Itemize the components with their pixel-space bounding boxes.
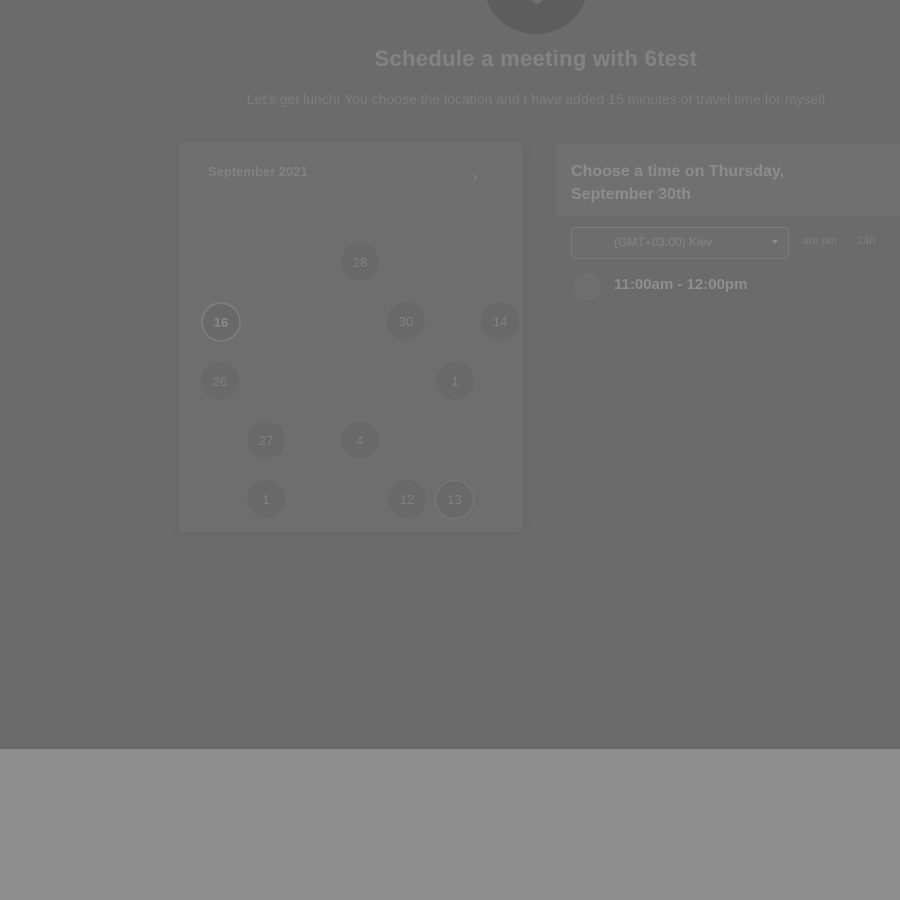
calendar-day[interactable]: 26	[201, 362, 239, 400]
time-slot-label[interactable]: 11:00am - 12:00pm	[614, 276, 747, 293]
calendar-day[interactable]: 1	[436, 362, 474, 400]
caret-down-icon	[772, 240, 778, 244]
modal-overlay-area: Schedule a meeting with 6test Let's get …	[0, 0, 900, 749]
calendar-day[interactable]: 12	[388, 480, 426, 518]
calendar-day[interactable]: 1	[247, 480, 285, 518]
time-slot-radio[interactable]	[574, 274, 600, 300]
calendar-day[interactable]: 4	[341, 421, 379, 459]
format-am-pm-toggle[interactable]: am pm	[803, 235, 837, 247]
calendar-day[interactable]: 28	[341, 243, 379, 281]
calendar-day[interactable]: 13	[435, 480, 474, 519]
page-bottom-area	[0, 749, 900, 900]
format-24h-toggle[interactable]: 24h	[857, 235, 875, 247]
timezone-select[interactable]: (GMT+03:00) Kiev	[571, 227, 789, 259]
chevron-right-icon[interactable]: ›	[466, 166, 484, 186]
calendar-day-selected[interactable]: 16	[201, 302, 241, 342]
time-panel-heading: Choose a time on Thursday, September 30t…	[571, 163, 785, 203]
page-title: Schedule a meeting with 6test	[374, 46, 698, 71]
calendar-day[interactable]: 14	[481, 302, 519, 340]
avatar	[484, 0, 588, 34]
timezone-value: (GMT+03:00) Kiev	[614, 235, 713, 249]
calendar-day[interactable]: 30	[387, 302, 425, 340]
calendar-day[interactable]: 27	[247, 421, 285, 459]
calendar-month-label: September 2021	[208, 164, 308, 179]
page-subtitle: Let's get lunch! You choose the location…	[246, 91, 826, 107]
